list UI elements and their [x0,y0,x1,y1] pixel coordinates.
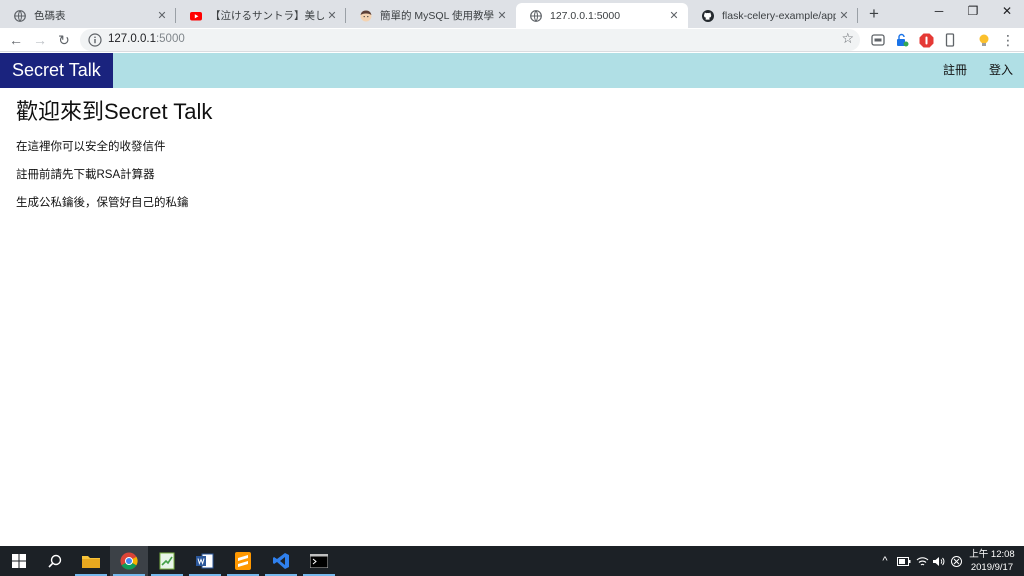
search-icon[interactable] [36,546,74,576]
globe-icon [530,9,542,22]
register-link[interactable]: 註冊 [943,53,967,88]
browser-tab[interactable]: 簡單的 MySQL 使用教學 - 傑哥 ✕ [346,3,516,28]
restore-button[interactable]: ❐ [956,0,990,22]
clock-time: 上午 12:08 [969,549,1015,560]
url-port: :5000 [155,33,185,45]
vscode-icon[interactable] [262,546,300,576]
site-brand-link[interactable]: Secret Talk [0,53,113,88]
page-title: 歡迎來到Secret Talk [16,99,213,124]
clock-date: 2019/9/17 [970,562,1014,573]
tab-title: flask-celery-example/app.py [722,9,836,22]
browser-tab-active[interactable]: 127.0.0.1:5000 ✕ [516,3,688,28]
address-bar[interactable]: 127.0.0.1:5000 ☆ [80,29,860,51]
login-link[interactable]: 登入 [989,53,1013,88]
site-navbar: Secret Talk 註冊 登入 [0,53,1024,88]
terminal-icon[interactable] [300,546,338,576]
notepad-plus-plus-icon[interactable] [148,546,186,576]
tab-separator [857,8,858,23]
reload-button[interactable]: ↻ [54,30,74,50]
github-icon [702,9,714,22]
main-content: 歡迎來到Secret Talk 在這裡你可以安全的收發信件 註冊前請先下載RSA… [16,98,213,209]
youtube-icon [190,10,202,22]
intro-paragraph: 生成公私鑰後，保管好自己的私鑰 [16,197,189,209]
tab-title: 簡單的 MySQL 使用教學 - 傑哥 [380,10,494,22]
taskbar-clock[interactable]: 上午 12:08 2019/9/17 [966,548,1018,574]
volume-icon[interactable] [930,546,946,576]
intro-paragraph: 在這裡你可以安全的收發信件 [16,141,166,153]
notification-blocked-icon[interactable] [948,546,964,576]
close-tab-icon[interactable]: ✕ [324,9,340,22]
browser-tab[interactable]: flask-celery-example/app.py ✕ [688,3,858,28]
site-info-icon[interactable] [88,33,102,47]
device-extension-icon[interactable] [942,32,958,48]
browser-tab[interactable]: 色碼表 ✕ [0,3,176,28]
globe-icon [14,9,26,22]
tab-title: 【泣けるサントラ】美しく切ない [210,10,324,22]
file-explorer-icon[interactable] [72,546,110,576]
close-tab-icon[interactable]: ✕ [836,9,852,22]
lock-extension-icon[interactable] [894,32,910,48]
back-button[interactable]: ← [6,30,26,50]
tab-title: 127.0.0.1:5000 [550,9,621,22]
bookmark-star-icon[interactable]: ☆ [841,30,854,47]
forward-button[interactable]: → [30,30,50,50]
word-icon[interactable] [186,546,224,576]
windows-taskbar: ^ 上午 12:08 2019/9/17 [0,546,1024,576]
close-tab-icon[interactable]: ✕ [666,9,682,22]
lightbulb-extension-icon[interactable] [976,32,992,48]
browser-tab[interactable]: 【泣けるサントラ】美しく切ない ✕ [176,3,346,28]
battery-icon[interactable] [896,546,912,576]
wifi-icon[interactable] [914,546,930,576]
browser-menu-icon[interactable]: ⋮ [1000,32,1016,48]
sublime-text-icon[interactable] [224,546,262,576]
adblock-extension-icon[interactable] [918,32,934,48]
close-tab-icon[interactable]: ✕ [154,9,170,22]
close-tab-icon[interactable]: ✕ [494,9,510,22]
tray-overflow-chevron-icon[interactable]: ^ [878,546,892,576]
url-host: 127.0.0.1 [108,33,156,45]
browser-toolbar: ← → ↻ 127.0.0.1:5000 ☆ ⋮ [0,28,1024,52]
windows-start-icon[interactable] [0,546,38,576]
chrome-icon[interactable] [110,546,148,576]
intro-paragraph: 註冊前請先下載RSA計算器 [16,169,155,181]
avatar-icon [360,10,372,22]
url-text: 127.0.0.1:5000 [108,33,185,45]
close-window-button[interactable]: ✕ [990,0,1024,22]
tab-title: 色碼表 [34,10,66,22]
minimize-button[interactable]: ─ [922,0,956,22]
browser-tab-strip: 色碼表 ✕ 【泣けるサントラ】美しく切ない ✕ 簡單的 MySQL 使用教學 -… [0,0,1024,28]
new-tab-button[interactable]: + [864,3,884,25]
line-extension-icon[interactable] [870,32,886,48]
